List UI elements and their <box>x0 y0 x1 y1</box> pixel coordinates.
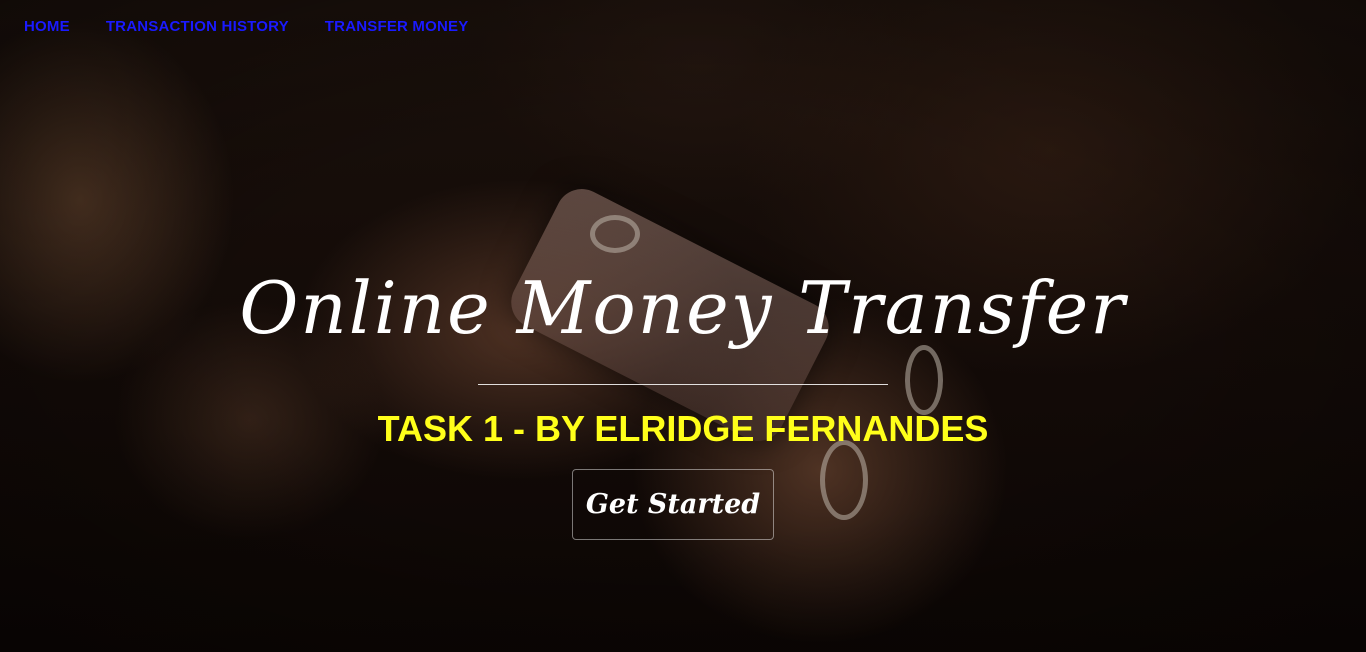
hero-subtitle: TASK 1 - BY ELRIDGE FERNANDES <box>377 408 989 449</box>
top-nav: HOME TRANSACTION HISTORY TRANSFER MONEY <box>24 18 468 35</box>
nav-link-home[interactable]: HOME <box>24 18 70 35</box>
hero-divider <box>478 384 888 385</box>
nav-link-transaction-history[interactable]: TRANSACTION HISTORY <box>106 18 289 35</box>
hero-title: Online Money Transfer <box>239 266 1127 350</box>
get-started-button[interactable]: Get Started <box>572 469 774 540</box>
landing-page: HOME TRANSACTION HISTORY TRANSFER MONEY … <box>0 0 1366 652</box>
nav-link-transfer-money[interactable]: TRANSFER MONEY <box>325 18 469 35</box>
